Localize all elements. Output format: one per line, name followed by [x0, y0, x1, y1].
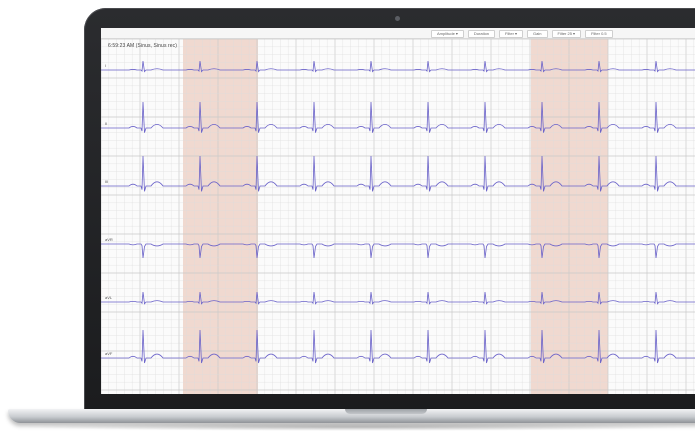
laptop-notch	[345, 409, 427, 414]
highlight-segment	[183, 39, 258, 394]
camera-icon	[395, 16, 400, 21]
lead-label: aVR	[105, 237, 113, 242]
ecg-viewer-screen: Amplitude ▾ Duration Filter ▾ Gain Filte…	[101, 28, 695, 394]
ecg-strip[interactable]: IIIIIIaVRaVLaVF	[101, 28, 695, 394]
lead-label: aVF	[105, 351, 113, 356]
recording-caption: 6:59:23 AM (Sinus, Sinus rec)	[108, 43, 178, 49]
laptop-shadow	[20, 423, 695, 431]
lead-label: I	[105, 63, 106, 68]
lead-label: II	[105, 121, 107, 126]
lead-label: aVL	[105, 295, 113, 300]
lead-label: III	[105, 179, 108, 184]
